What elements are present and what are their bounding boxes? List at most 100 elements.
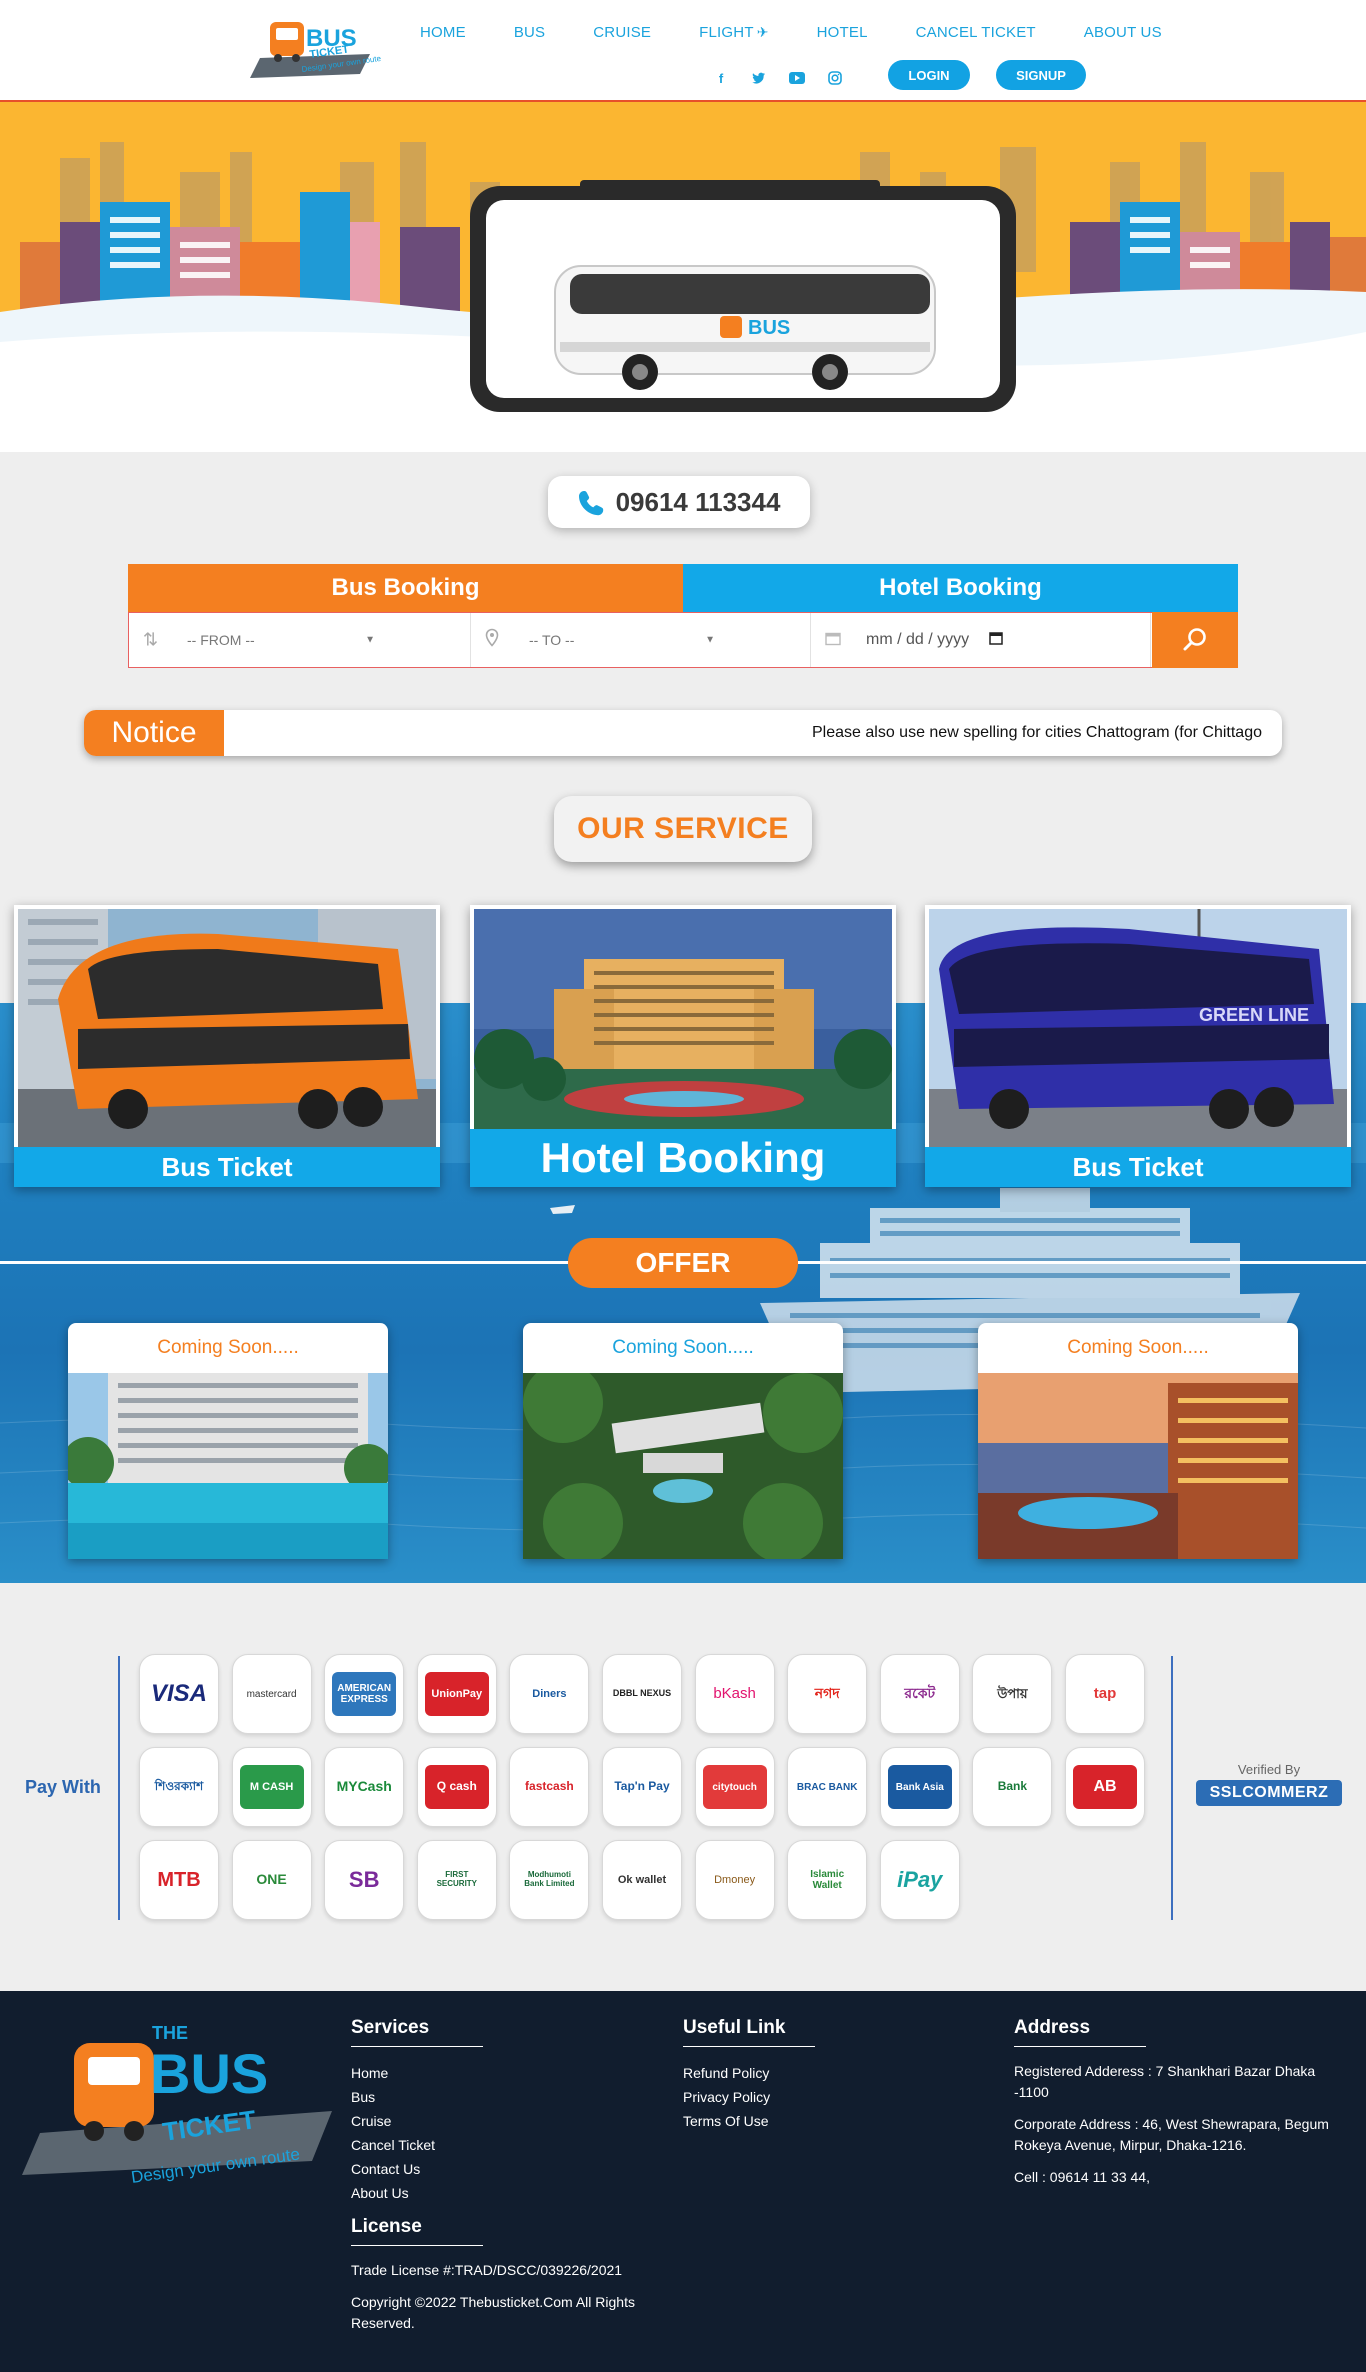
payment-method-logo: bKash	[694, 1654, 775, 1734]
bus-photo-blue: GREEN LINE	[929, 909, 1347, 1147]
login-button[interactable]: LOGIN	[888, 60, 970, 90]
footer-link-refund-policy[interactable]: Refund Policy	[683, 2061, 815, 2085]
notice-marquee-text: Please also use new spelling for cities …	[812, 724, 1262, 741]
footer-services: Services Home Bus Cruise Cancel Ticket C…	[351, 2017, 483, 2205]
footer-link-cruise[interactable]: Cruise	[351, 2109, 483, 2133]
footer-license-title: License	[351, 2216, 483, 2246]
footer-link-cancel-ticket[interactable]: Cancel Ticket	[351, 2133, 483, 2157]
offer-card-heading: Coming Soon.....	[157, 1337, 299, 1358]
offer-card-2[interactable]: Coming Soon.....	[523, 1323, 843, 1559]
payment-method-logo: শিওরক্যাশ	[139, 1747, 219, 1827]
payment-method-name: নগদ	[814, 1685, 840, 1702]
payment-method-name: MTB	[157, 1869, 201, 1891]
service-card-hotel-booking[interactable]: Hotel Booking	[470, 905, 896, 1187]
registered-address: Registered Adderess : 7 Shankhari Bazar …	[1014, 2063, 1316, 2100]
payment-method-name: উপায়	[997, 1685, 1028, 1701]
tab-bus-booking[interactable]: Bus Booking	[128, 564, 683, 612]
payment-method-logo: FIRST SECURITY	[416, 1840, 497, 1920]
payment-method-logo: mastercard	[231, 1654, 312, 1734]
nav-about-us[interactable]: ABOUT US	[1084, 24, 1162, 41]
footer-link-privacy-policy[interactable]: Privacy Policy	[683, 2085, 815, 2109]
nav-hotel[interactable]: HOTEL	[817, 24, 868, 41]
payment-method-name: iPay	[897, 1866, 943, 1892]
divider	[118, 1656, 120, 1920]
service-card-caption: Bus Ticket	[925, 1147, 1351, 1187]
payment-method-logo: fastcash	[509, 1747, 590, 1827]
payment-method-logo: M CASH	[231, 1747, 312, 1827]
youtube-icon[interactable]	[788, 70, 806, 86]
footer-services-title: Services	[351, 2017, 483, 2047]
resort-pool-photo	[68, 1373, 388, 1559]
nav-cancel-ticket[interactable]: CANCEL TICKET	[916, 24, 1036, 41]
search-button[interactable]	[1152, 612, 1238, 668]
payment-method-name: শিওরক্যাশ	[154, 1779, 204, 1794]
hotline-box[interactable]: 09614 113344	[548, 476, 810, 528]
payment-method-name: AB	[1073, 1765, 1137, 1809]
payment-method-logo: AMERICAN EXPRESS	[324, 1654, 405, 1734]
booking-tabs: Bus Booking Hotel Booking	[128, 564, 1238, 612]
resort-aerial-photo	[523, 1373, 843, 1559]
payment-method-logo: Dmoney	[694, 1840, 775, 1920]
cell-number: Cell : 09614 11 33 44,	[1014, 2169, 1150, 2185]
payment-method-name: FIRST SECURITY	[436, 1870, 478, 1888]
payment-method-logo: SB	[324, 1840, 405, 1920]
payment-method-logo: Diners	[509, 1654, 590, 1734]
payment-method-name: citytouch	[702, 1765, 767, 1809]
offer-card-1[interactable]: Coming Soon.....	[68, 1323, 388, 1559]
payment-method-logo: Modhumoti Bank Limited	[509, 1840, 590, 1920]
tab-hotel-booking[interactable]: Hotel Booking	[683, 564, 1238, 612]
site-logo[interactable]: BUS TICKET Design your own route	[250, 8, 400, 86]
offer-card-3[interactable]: Coming Soon.....	[978, 1323, 1298, 1559]
footer-link-home[interactable]: Home	[351, 2061, 483, 2085]
nav-home[interactable]: HOME	[420, 24, 466, 41]
hotel-photo	[474, 909, 892, 1129]
date-input-value: mm / dd / yyyy	[866, 631, 970, 648]
payment-method-logo: DBBL NEXUS	[602, 1654, 682, 1734]
payment-method-logo: রকেট	[879, 1654, 960, 1734]
footer-link-bus[interactable]: Bus	[351, 2085, 483, 2109]
nav-cruise[interactable]: CRUISE	[593, 24, 651, 41]
site-header: BUS TICKET Design your own route HOME BU…	[0, 0, 1366, 100]
copyright-text: Copyright ©2022 Thebusticket.Com All Rig…	[351, 2294, 635, 2331]
payment-method-logo: citytouch	[694, 1747, 775, 1827]
service-card-caption: Hotel Booking	[470, 1129, 896, 1187]
nav-bus[interactable]: BUS	[514, 24, 545, 41]
footer-license: License Trade License #:TRAD/DSCC/039226…	[351, 2216, 681, 2345]
hero-illustration: BUS	[0, 142, 1366, 452]
social-links: f	[712, 70, 844, 86]
hero-banner: BUS	[0, 100, 1366, 452]
payment-method-name: VISA	[150, 1679, 207, 1707]
nav-flight-label: FLIGHT	[699, 24, 754, 41]
calendar-icon[interactable]	[989, 631, 1003, 649]
footer-useful-links: Useful Link Refund Policy Privacy Policy…	[683, 2017, 815, 2133]
payment-method-name: DBBL NEXUS	[612, 1688, 672, 1699]
our-service-title: OUR SERVICE	[554, 796, 812, 862]
service-card-bus-ticket-2[interactable]: GREEN LINE Bus Ticket	[925, 905, 1351, 1187]
service-card-bus-ticket-1[interactable]: Bus Ticket	[14, 905, 440, 1187]
payment-method-name: Dmoney	[714, 1873, 756, 1886]
payment-method-name: Islamic Wallet	[810, 1869, 845, 1891]
facebook-icon[interactable]: f	[712, 70, 730, 86]
verified-by-text: Verified By	[1237, 1762, 1301, 1777]
to-select[interactable]: -- TO -- ▼	[471, 613, 811, 667]
signup-button[interactable]: SIGNUP	[996, 60, 1086, 90]
footer-link-about-us[interactable]: About Us	[351, 2181, 483, 2205]
payment-method-logo: VISA	[139, 1654, 219, 1734]
footer-logo[interactable]: THE BUS TICKET Design your own route	[22, 2021, 352, 2191]
calendar-small-icon	[825, 630, 841, 651]
date-input[interactable]: mm / dd / yyyy	[811, 613, 1151, 667]
footer-link-terms-of-use[interactable]: Terms Of Use	[683, 2109, 815, 2133]
nav-flight[interactable]: FLIGHT ✈	[699, 24, 768, 41]
twitter-icon[interactable]	[750, 70, 768, 86]
payment-method-logo: tap	[1065, 1654, 1145, 1734]
footer-link-contact-us[interactable]: Contact Us	[351, 2157, 483, 2181]
footer-address-title: Address	[1014, 2017, 1146, 2047]
notice-bar: Notice Please also use new spelling for …	[84, 710, 1282, 756]
from-select[interactable]: ⇅ -- FROM -- ▼	[129, 613, 471, 667]
instagram-icon[interactable]	[826, 70, 844, 86]
payment-method-logo: উপায়	[972, 1654, 1053, 1734]
to-select-value: -- TO --	[529, 632, 575, 648]
notice-label: Notice	[84, 710, 224, 756]
payment-method-logo: MTB	[139, 1840, 219, 1920]
payment-method-name: Bank Asia	[887, 1765, 952, 1809]
